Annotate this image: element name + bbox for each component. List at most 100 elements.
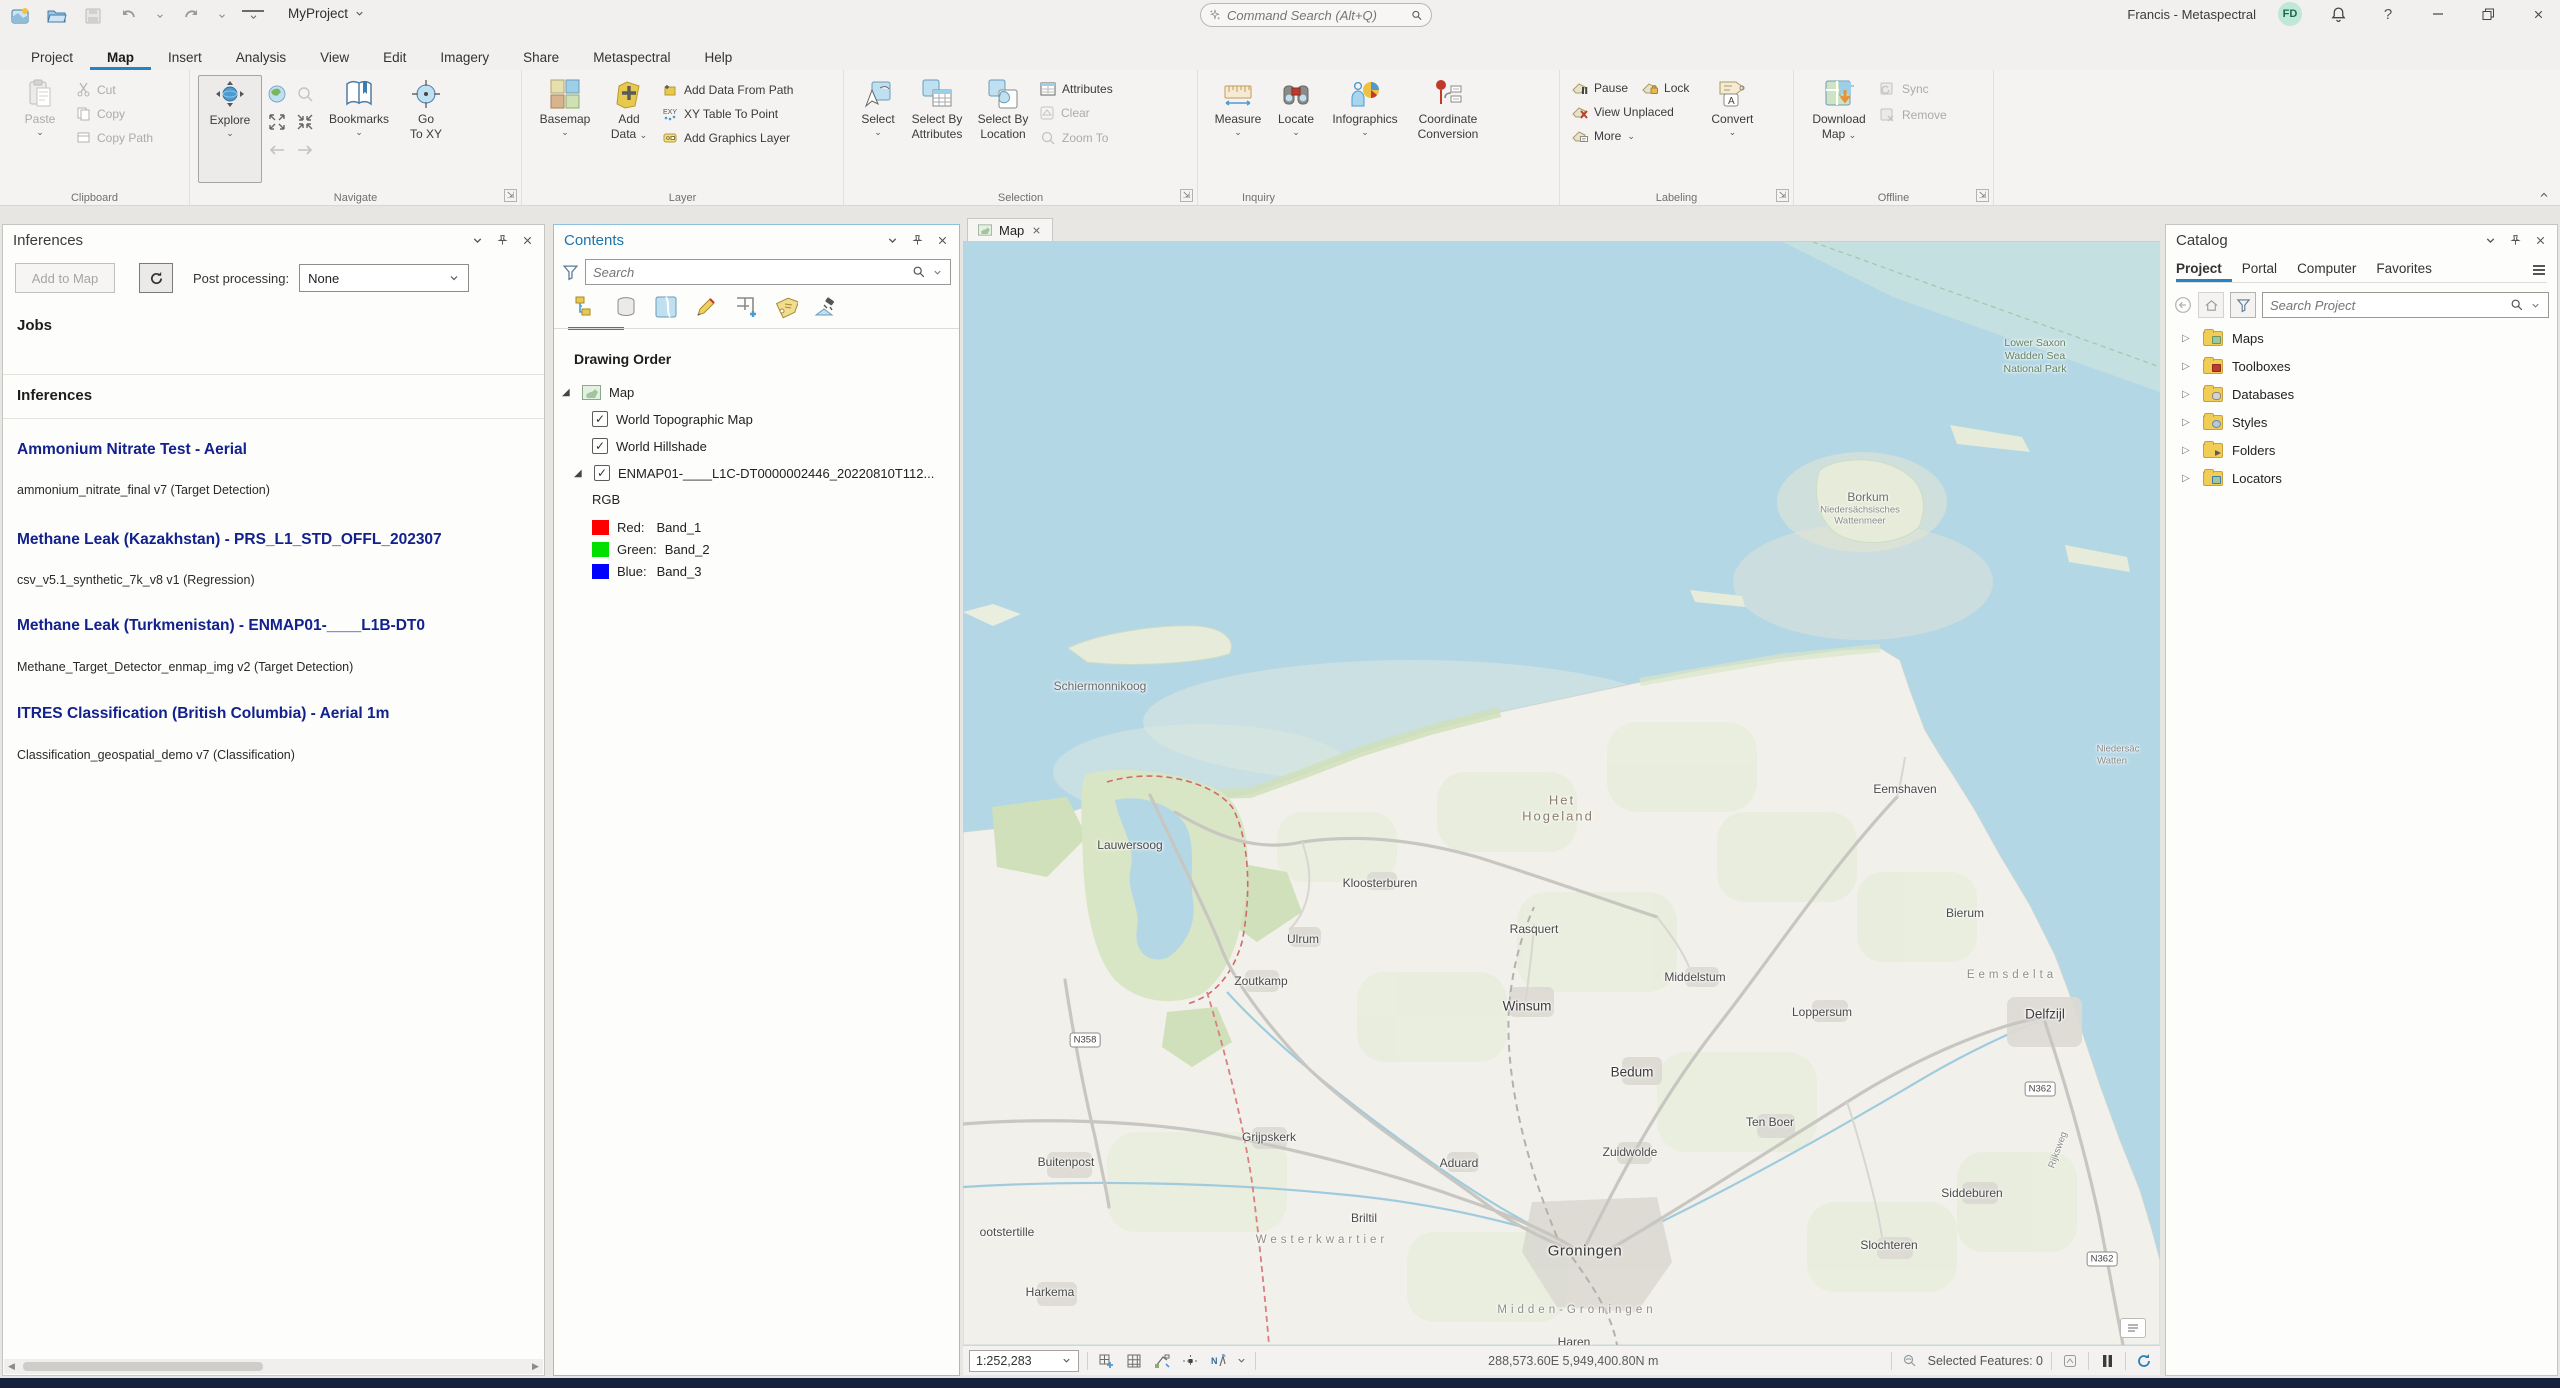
fixed-zoom-in-icon[interactable] <box>264 109 290 135</box>
redo-icon[interactable] <box>180 5 202 27</box>
catalog-item-maps[interactable]: ▷ Maps <box>2182 331 2557 346</box>
undo-icon[interactable] <box>118 5 140 27</box>
previous-extent-icon[interactable] <box>264 137 290 163</box>
catalog-search-input[interactable] <box>2270 298 2504 313</box>
close-window-button[interactable] <box>2524 3 2552 25</box>
catalog-item-toolboxes[interactable]: ▷ Toolboxes <box>2182 359 2557 374</box>
add-data-from-path-button[interactable]: Add Data From Path <box>662 82 793 98</box>
fixed-zoom-out-icon[interactable] <box>292 109 318 135</box>
layer-checkbox[interactable]: ✓ <box>592 438 608 454</box>
project-title[interactable]: MyProject <box>288 6 365 21</box>
catalog-tab-project[interactable]: Project <box>2176 257 2232 282</box>
attributes-button[interactable]: Attributes <box>1040 82 1113 96</box>
catalog-search[interactable] <box>2262 292 2549 318</box>
catalog-item-databases[interactable]: ▷ Databases <box>2182 387 2557 402</box>
tab-metaspectral[interactable]: Metaspectral <box>576 46 687 70</box>
expand-icon[interactable]: ▷ <box>2182 445 2194 456</box>
scrollbar-thumb[interactable] <box>23 1362 263 1371</box>
tab-insert[interactable]: Insert <box>151 46 219 70</box>
tab-imagery[interactable]: Imagery <box>423 46 506 70</box>
list-by-labeling-icon[interactable] <box>774 295 798 319</box>
redo-dropdown-icon[interactable] <box>216 5 228 27</box>
map-view-tab[interactable]: Map <box>967 218 1053 241</box>
layer-checkbox[interactable]: ✓ <box>592 411 608 427</box>
restore-button[interactable] <box>2474 3 2502 25</box>
infographics-button[interactable]: Infographics ⌄ <box>1322 75 1408 138</box>
lock-labels-button[interactable]: Lock <box>1642 81 1689 95</box>
close-map-tab-icon[interactable] <box>1031 225 1042 236</box>
post-processing-select[interactable]: None <box>299 264 469 292</box>
navigate-dialog-launcher[interactable]: ⇲ <box>504 189 517 202</box>
tab-share[interactable]: Share <box>506 46 576 70</box>
grid-icon[interactable] <box>1124 1351 1144 1371</box>
full-extent-icon[interactable] <box>264 81 290 107</box>
refresh-map-icon[interactable] <box>2134 1351 2154 1371</box>
contents-menu-chevron-icon[interactable] <box>886 234 899 247</box>
add-data-button[interactable]: Add Data ⌄ <box>600 75 658 142</box>
remove-button[interactable]: Remove <box>1880 108 1947 122</box>
list-by-editing-icon[interactable] <box>694 295 718 319</box>
select-by-location-button[interactable]: Select By Location <box>970 75 1036 142</box>
expand-icon[interactable]: ▷ <box>2182 333 2194 344</box>
search-chevron-icon[interactable] <box>2530 300 2541 311</box>
zoom-to-button[interactable]: Zoom To <box>1040 130 1113 145</box>
catalog-filter-funnel-icon[interactable] <box>2230 292 2256 318</box>
cut-button[interactable]: Cut <box>76 82 153 97</box>
expand-icon[interactable]: ▷ <box>2182 389 2194 400</box>
inferences-menu-chevron-icon[interactable] <box>471 234 484 247</box>
expand-collapse-icon[interactable]: ◢ <box>562 387 574 398</box>
coordinates-readout[interactable]: 288,573.60E 5,949,400.80N m <box>1264 1354 1883 1368</box>
sync-button[interactable]: Sync <box>1880 82 1947 96</box>
filter-funnel-icon[interactable] <box>562 264 579 281</box>
minimize-button[interactable] <box>2424 3 2452 25</box>
help-icon[interactable]: ? <box>2374 3 2402 25</box>
locate-button[interactable]: Locate ⌄ <box>1270 75 1322 138</box>
paste-button[interactable]: Paste ⌄ <box>8 75 72 138</box>
tab-view[interactable]: View <box>303 46 366 70</box>
catalog-item-styles[interactable]: ▷ Styles <box>2182 415 2557 430</box>
crosshair-snap-icon[interactable] <box>1180 1351 1200 1371</box>
offline-dialog-launcher[interactable]: ⇲ <box>1976 189 1989 202</box>
contents-close-icon[interactable] <box>936 234 949 247</box>
avatar[interactable]: FD <box>2278 2 2302 26</box>
view-unplaced-button[interactable]: View Unplaced <box>1572 105 1689 119</box>
catalog-tab-computer[interactable]: Computer <box>2287 257 2366 282</box>
xy-table-to-point-button[interactable]: EXYXY Table To Point <box>662 106 793 122</box>
snapping-icon[interactable] <box>1152 1351 1172 1371</box>
tree-node-map[interactable]: ◢ Map <box>562 385 959 400</box>
catalog-tab-portal[interactable]: Portal <box>2232 257 2287 282</box>
save-icon[interactable] <box>82 5 104 27</box>
refresh-inferences-button[interactable] <box>139 263 173 293</box>
pause-labeling-button[interactable]: Pause <box>1572 81 1628 95</box>
inference-item[interactable]: ITRES Classification (British Columbia) … <box>3 705 544 762</box>
map-canvas[interactable]: Lower Saxon Wadden Sea National Park Bor… <box>963 242 2160 1345</box>
inference-item[interactable]: Methane Leak (Turkmenistan) - ENMAP01-__… <box>3 617 544 674</box>
new-project-icon[interactable] <box>10 5 32 27</box>
scale-select[interactable]: 1:252,283 <box>969 1350 1079 1372</box>
tree-node-layer[interactable]: ✓ World Hillshade <box>592 438 959 454</box>
copy-button[interactable]: Copy <box>76 106 153 121</box>
list-by-snapping-icon[interactable] <box>734 295 758 319</box>
bookmarks-button[interactable]: Bookmarks ⌄ <box>320 75 398 138</box>
tree-node-layer[interactable]: ✓ World Topographic Map <box>592 411 959 427</box>
tab-analysis[interactable]: Analysis <box>219 46 303 70</box>
expand-icon[interactable]: ▷ <box>2182 473 2194 484</box>
inference-item[interactable]: Ammonium Nitrate Test - Aerial ammonium_… <box>3 441 544 497</box>
expand-icon[interactable]: ▷ <box>2182 417 2194 428</box>
back-icon[interactable] <box>2174 296 2192 314</box>
user-name[interactable]: Francis - Metaspectral <box>2127 7 2256 22</box>
selected-features-count[interactable]: Selected Features: 0 <box>1928 1354 2043 1368</box>
catalog-item-folders[interactable]: ▷ Folders <box>2182 443 2557 458</box>
catalog-pin-icon[interactable] <box>2509 234 2522 247</box>
clear-button[interactable]: Clear <box>1040 106 1113 120</box>
add-graphics-layer-button[interactable]: Add Graphics Layer <box>662 130 793 146</box>
status-tools-chevron-icon[interactable] <box>1236 1355 1247 1366</box>
north-arrow-icon[interactable]: N <box>1208 1351 1228 1371</box>
horizontal-scrollbar[interactable]: ◀ ▶ <box>4 1359 543 1374</box>
contents-search[interactable] <box>585 259 951 285</box>
tab-edit[interactable]: Edit <box>366 46 423 70</box>
command-search[interactable] <box>1200 3 1432 27</box>
catalog-close-icon[interactable] <box>2534 234 2547 247</box>
pause-drawing-icon[interactable] <box>2097 1351 2117 1371</box>
selection-dialog-launcher[interactable]: ⇲ <box>1180 189 1193 202</box>
